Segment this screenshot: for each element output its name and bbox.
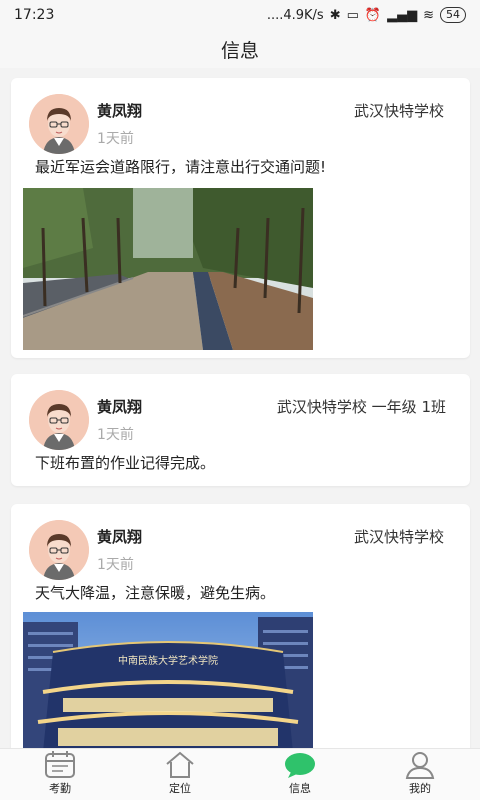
post-time: 1天前 [97, 131, 134, 147]
school-label: 武汉快特学校 [353, 528, 444, 546]
wifi-icon: ≋ [423, 7, 434, 23]
signal-icon: ▂▄▆ [387, 7, 418, 23]
post-content: 下班布置的作业记得完成。 [35, 454, 216, 472]
school-label: 武汉快特学校 一年级 1班 [276, 398, 446, 416]
post-time: 1天前 [97, 557, 134, 573]
calendar-icon [45, 751, 75, 778]
status-bar: 17:23 ....4.9K/s ✱ ▭ ⏰ ▂▄▆ ≋ 54 [0, 0, 480, 30]
tab-location[interactable]: 定位 [120, 749, 240, 800]
school-label: 武汉快特学校 [353, 102, 444, 120]
building-sign: 中南民族大学艺术学院 [118, 654, 218, 667]
page-header: 信息 [0, 30, 480, 68]
bluetooth-icon: ✱ [329, 7, 341, 23]
tab-label: 信息 [289, 782, 311, 795]
sender-name: 黄凤翔 [97, 528, 143, 546]
alarm-icon: ⏰ [364, 7, 382, 23]
battery-icon: 54 [440, 7, 466, 23]
status-icons: ....4.9K/s ✱ ▭ ⏰ ▂▄▆ ≋ 54 [267, 7, 466, 23]
bottom-tab-bar: 考勤 定位 信息 我的 [0, 748, 480, 800]
vibrate-icon: ▭ [346, 7, 359, 23]
network-speed: ....4.9K/s [266, 7, 324, 23]
post-photo[interactable]: 中南民族大学艺术学院 [23, 612, 313, 748]
message-feed[interactable]: 黄凤翔 武汉快特学校 1天前 最近军运会道路限行，请注意出行交通问题! 黄凤翔 … [0, 68, 480, 748]
tab-label: 定位 [169, 782, 191, 795]
avatar [29, 520, 89, 580]
tab-messages[interactable]: 信息 [240, 749, 360, 800]
sender-name: 黄凤翔 [97, 398, 143, 416]
chat-bubble-icon [285, 753, 315, 778]
tab-label: 我的 [409, 782, 431, 795]
post-content: 天气大降温，注意保暖，避免生病。 [35, 584, 276, 602]
post-photo[interactable] [23, 188, 313, 350]
sender-name: 黄凤翔 [97, 102, 143, 120]
tab-label: 考勤 [49, 782, 71, 795]
post-time: 1天前 [97, 427, 134, 443]
home-icon [166, 751, 194, 778]
avatar [29, 94, 89, 154]
post-content: 最近军运会道路限行，请注意出行交通问题! [35, 158, 327, 176]
person-icon [405, 752, 435, 779]
message-card[interactable]: 黄凤翔 武汉快特学校 1天前 天气大降温，注意保暖，避免生病。 中南民族大学艺术… [11, 504, 470, 748]
tab-profile[interactable]: 我的 [360, 749, 480, 800]
status-time: 17:23 [14, 7, 55, 23]
page-title: 信息 [220, 39, 259, 62]
avatar [29, 390, 89, 450]
message-card[interactable]: 黄凤翔 武汉快特学校 一年级 1班 1天前 下班布置的作业记得完成。 [11, 374, 470, 486]
tab-attendance[interactable]: 考勤 [0, 749, 120, 800]
message-card[interactable]: 黄凤翔 武汉快特学校 1天前 最近军运会道路限行，请注意出行交通问题! [11, 78, 470, 358]
